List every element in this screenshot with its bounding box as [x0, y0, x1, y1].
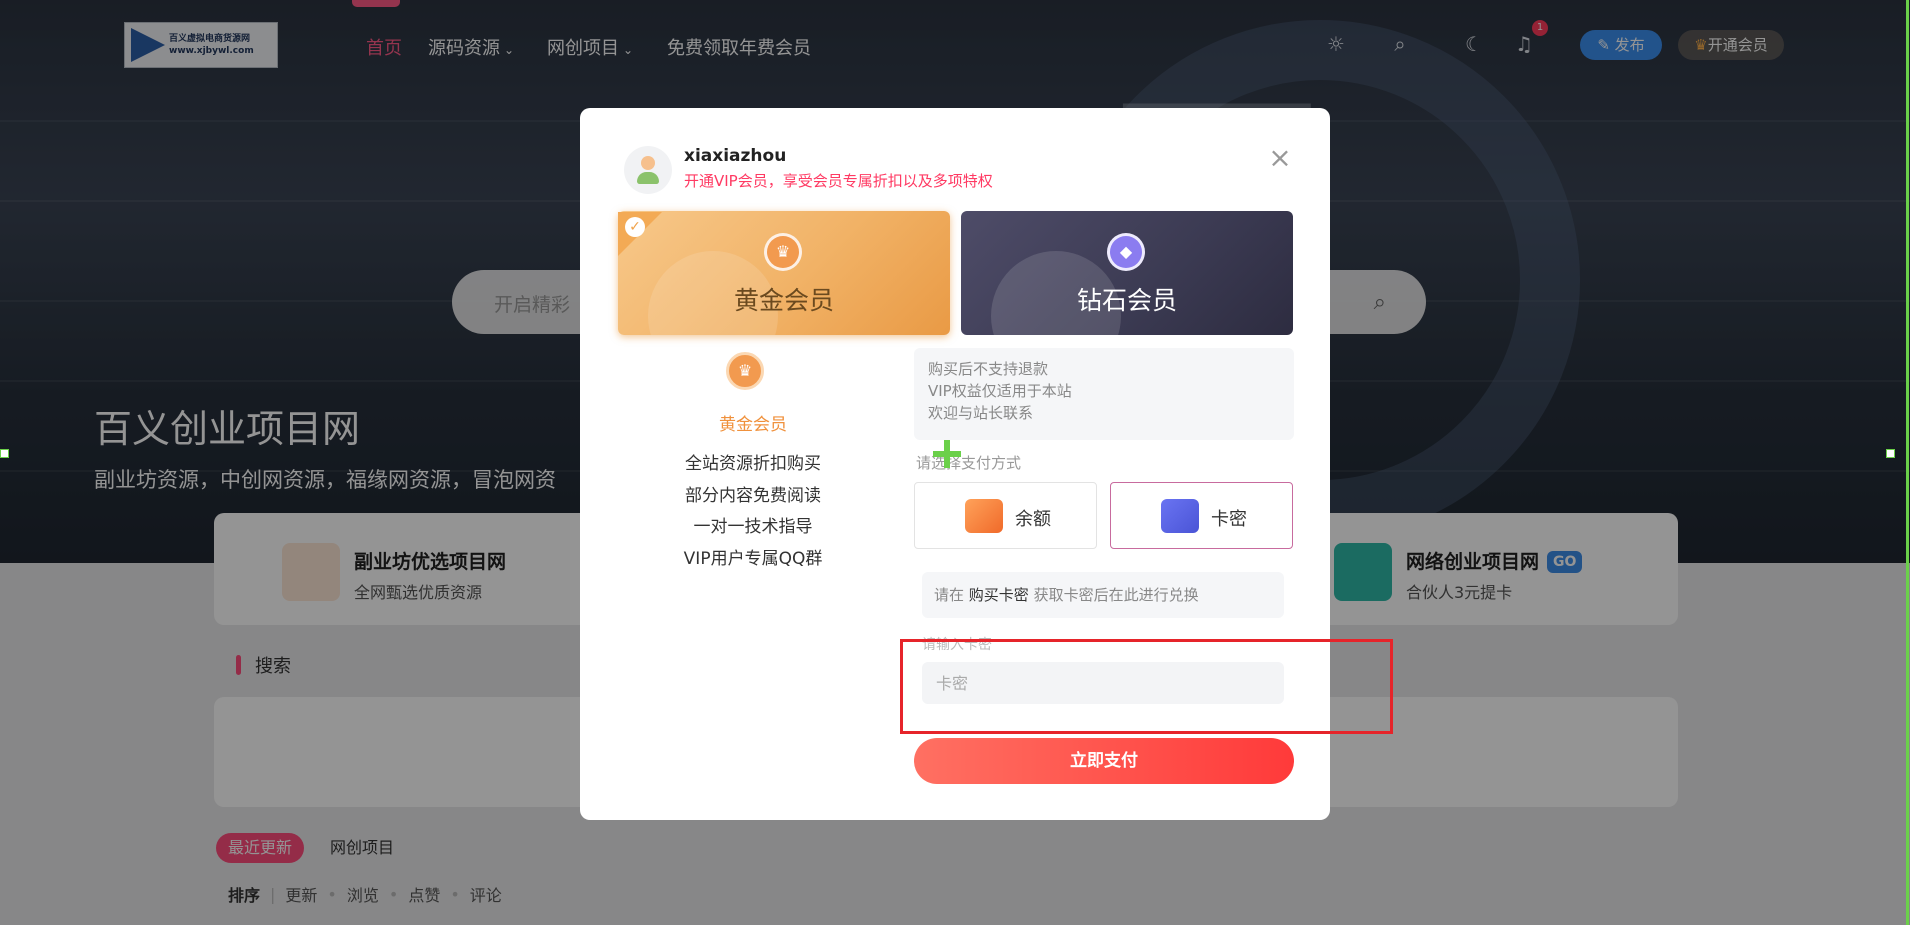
tier-name: 钻石会员 [1076, 286, 1177, 315]
resize-handle[interactable] [1886, 449, 1895, 458]
pay-option-label: 余额 [1015, 509, 1051, 530]
highlight-box [900, 639, 1393, 734]
check-icon: ✓ [625, 217, 645, 237]
resize-handle[interactable] [0, 449, 9, 458]
pay-option-balance[interactable]: 余额 [914, 482, 1097, 549]
vip-tip: 开通VIP会员，享受会员专属折扣以及多项特权 [684, 172, 993, 190]
benefit-title: 黄金会员 [719, 415, 787, 435]
notice-line: 欢迎与站长联系 [928, 404, 1034, 422]
diamond-icon: ◆ [1107, 233, 1145, 271]
benefit-item: 全站资源折扣购买 [685, 454, 821, 474]
pay-option-card[interactable]: 卡密 [1110, 482, 1293, 549]
selection-edge [1906, 0, 1909, 925]
redeem-tip: 请在 购买卡密 获取卡密后在此进行兑换 [922, 572, 1284, 618]
avatar [624, 146, 672, 194]
crown-icon: ♛ [764, 233, 802, 271]
benefit-item: VIP用户专属QQ群 [683, 548, 823, 569]
benefit-item: 部分内容免费阅读 [685, 485, 821, 506]
pay-option-label: 卡密 [1211, 509, 1247, 530]
crown-icon: ♛ [726, 352, 764, 390]
buy-card-link[interactable]: 购买卡密 [969, 586, 1029, 604]
move-cursor-icon [933, 440, 961, 468]
pay-method-label: 请选择支付方式 [916, 454, 1022, 472]
benefit-list: 全站资源折扣购买 部分内容免费阅读 一对一技术指导 VIP用户专属QQ群 [618, 449, 888, 575]
username: xiaxiazhou [684, 146, 787, 166]
purchase-notice: 购买后不支持退款 VIP权益仅适用于本站 欢迎与站长联系 [914, 348, 1294, 440]
pay-now-button[interactable]: 立即支付 [914, 738, 1294, 784]
tier-diamond-card[interactable]: ◆ 钻石会员 [961, 211, 1293, 335]
notice-line: 购买后不支持退款 [928, 360, 1049, 378]
notice-line: VIP权益仅适用于本站 [928, 382, 1072, 400]
tier-gold-card[interactable]: ♛ 黄金会员 [618, 211, 950, 335]
card-icon [1161, 499, 1199, 533]
tier-name: 黄金会员 [733, 286, 834, 315]
close-icon[interactable]: × [1266, 144, 1294, 172]
benefit-item: 一对一技术指导 [693, 517, 813, 537]
wallet-icon [965, 499, 1003, 533]
